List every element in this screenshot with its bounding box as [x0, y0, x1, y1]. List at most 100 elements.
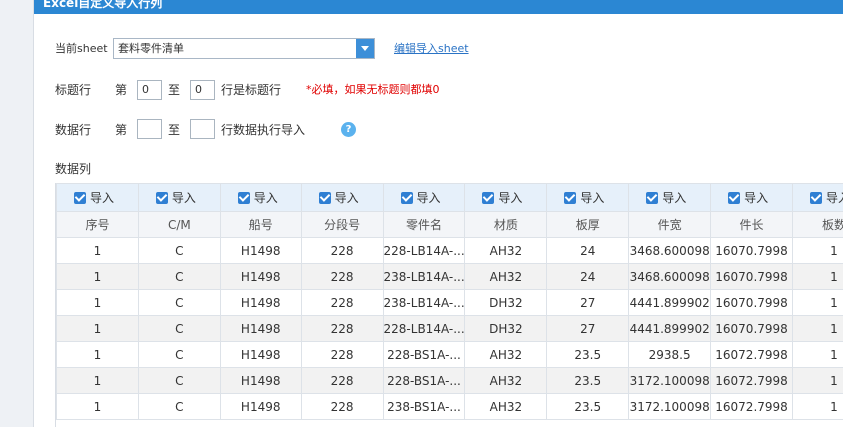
table-cell: 228-BS1A-... — [382, 341, 466, 368]
table-cell: C — [137, 289, 221, 316]
data-row-to-input[interactable] — [190, 119, 215, 139]
table-cell: 1 — [56, 289, 139, 316]
import-toggle-cell[interactable]: 导入 — [219, 183, 302, 212]
table-cell: 16072.7998 — [710, 367, 793, 394]
table-row: 1 C H1498 228 238-LB14A-... AH32 24 3468.600098… — [56, 263, 843, 290]
table-cell: H1498 — [219, 341, 302, 368]
table-cell: C — [137, 315, 221, 342]
import-label: 导入 — [171, 191, 196, 205]
table-cell: 1 — [56, 341, 139, 368]
chevron-down-icon[interactable] — [356, 39, 374, 58]
table-cell: 1 — [791, 315, 843, 342]
data-row-label: 数据行 — [55, 123, 92, 137]
table-cell: 228-LB14A-... — [382, 237, 466, 264]
table-cell: 1 — [791, 341, 843, 368]
sheet-select-value: 套料零件清单 — [118, 42, 184, 55]
table-cell: 3468.600098 — [628, 263, 712, 290]
checkbox-checked-icon[interactable] — [400, 192, 413, 204]
import-label: 导入 — [416, 191, 441, 205]
table-cell: C — [137, 367, 221, 394]
data-row-to-word: 至 — [168, 123, 181, 137]
table-header-row: 序号C/M船号分段号零件名材质板厚件宽件长板数 — [56, 211, 843, 238]
table-cell: 228 — [300, 315, 384, 342]
table-cell: 16070.7998 — [710, 315, 793, 342]
checkbox-checked-icon[interactable] — [646, 192, 659, 204]
table-cell: 2938.5 — [628, 341, 712, 368]
table-cell: 4441.899902 — [628, 289, 712, 316]
table-cell: 228-LB14A-... — [382, 315, 466, 342]
table-cell: 23.5 — [546, 393, 630, 420]
sheet-label: 当前sheet — [55, 42, 108, 55]
table-cell: AH32 — [464, 237, 548, 264]
table-row: 1 C H1498 228 238-LB14A-... DH32 27 4441.899902… — [56, 289, 843, 316]
checkbox-checked-icon[interactable] — [155, 192, 168, 204]
import-label: 导入 — [90, 191, 115, 205]
checkbox-checked-icon[interactable] — [564, 192, 577, 204]
import-label: 导入 — [580, 191, 605, 205]
table-cell: C — [137, 263, 221, 290]
title-row-label: 标题行 — [55, 83, 92, 97]
import-toggle-cell[interactable]: 导入 — [382, 183, 466, 212]
table-cell: DH32 — [464, 315, 548, 342]
checkbox-checked-icon[interactable] — [237, 192, 250, 204]
column-header: 分段号 — [300, 211, 384, 238]
import-toggle-cell[interactable]: 导入 — [791, 183, 843, 212]
table-cell: H1498 — [219, 367, 302, 394]
table-cell: 1 — [791, 367, 843, 394]
column-header: 材质 — [464, 211, 548, 238]
table-cell: 16070.7998 — [710, 237, 793, 264]
column-header: 件宽 — [628, 211, 712, 238]
table-cell: AH32 — [464, 367, 548, 394]
table-cell: 1 — [56, 237, 139, 264]
table-cell: H1498 — [219, 289, 302, 316]
table-cell: 3172.100098 — [628, 393, 712, 420]
import-toggle-cell[interactable]: 导入 — [628, 183, 712, 212]
title-row-from-prefix: 第 — [115, 83, 128, 97]
title-row-suffix: 行是标题行 — [221, 83, 282, 97]
left-sidebar-strip — [0, 0, 34, 427]
table-cell: 238-LB14A-... — [382, 263, 466, 290]
title-row-required-hint: *必填，如果无标题则都填0 — [306, 83, 440, 96]
data-row-from-input[interactable] — [137, 119, 162, 139]
import-toggle-cell[interactable]: 导入 — [546, 183, 630, 212]
import-toggle-cell[interactable]: 导入 — [137, 183, 221, 212]
table-cell: 23.5 — [546, 341, 630, 368]
table-cell: 1 — [791, 263, 843, 290]
column-header: 船号 — [219, 211, 302, 238]
checkbox-checked-icon[interactable] — [74, 192, 86, 204]
table-cell: C — [137, 393, 221, 420]
checkbox-checked-icon[interactable] — [318, 192, 331, 204]
table-row: 1 C H1498 228 228-BS1A-... AH32 23.5 2938.5 1607… — [56, 341, 843, 368]
checkbox-checked-icon[interactable] — [482, 192, 495, 204]
import-toggle-cell[interactable]: 导入 — [300, 183, 384, 212]
table-cell: 16070.7998 — [710, 289, 793, 316]
import-toggle-cell[interactable]: 导入 — [56, 183, 139, 212]
import-label: 导入 — [253, 191, 278, 205]
table-cell: 27 — [546, 315, 630, 342]
table-cell: 228 — [300, 289, 384, 316]
table-cell: AH32 — [464, 263, 548, 290]
import-toggle-cell[interactable]: 导入 — [710, 183, 793, 212]
title-row-from-input[interactable]: 0 — [137, 80, 162, 100]
table-cell: AH32 — [464, 393, 548, 420]
sheet-select[interactable]: 套料零件清单 — [113, 38, 375, 59]
table-row: 1 C H1498 228 238-BS1A-... AH32 23.5 3172.10009… — [56, 393, 843, 420]
table-cell: 228 — [300, 393, 384, 420]
table-cell: DH32 — [464, 289, 548, 316]
table-row: 1 C H1498 228 228-LB14A-... AH32 24 3468.600098… — [56, 237, 843, 264]
table-cell: 27 — [546, 289, 630, 316]
table-cell: H1498 — [219, 393, 302, 420]
column-mapping-table: 导入 导入 导入 导入 导入 导入 导入 导入 导入 导入序号C/M船号分段号零件名材质板厚件宽件… — [55, 183, 843, 427]
checkbox-checked-icon[interactable] — [728, 192, 741, 204]
edit-sheet-link[interactable]: 编辑导入sheet — [394, 40, 469, 58]
table-cell: 1 — [791, 393, 843, 420]
checkbox-checked-icon[interactable] — [809, 192, 822, 204]
table-cell: H1498 — [219, 237, 302, 264]
table-cell: 228 — [300, 367, 384, 394]
import-toggle-cell[interactable]: 导入 — [464, 183, 548, 212]
help-icon[interactable]: ? — [341, 122, 356, 137]
column-header: 序号 — [56, 211, 139, 238]
table-row: 1 C H1498 228 228-LB14A-... DH32 27 4441.899902… — [56, 315, 843, 342]
table-cell: 24 — [546, 237, 630, 264]
title-row-to-input[interactable]: 0 — [190, 80, 215, 100]
